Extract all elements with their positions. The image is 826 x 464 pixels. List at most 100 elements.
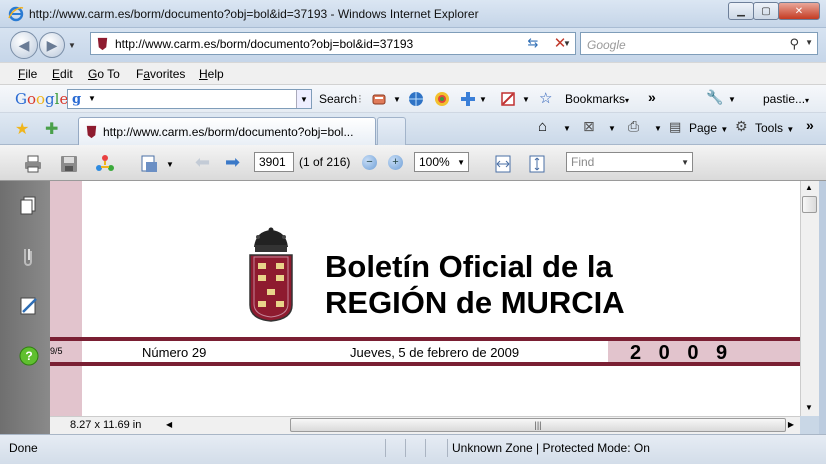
scroll-up-icon[interactable]: ▲ [805, 183, 813, 192]
tab-active[interactable]: http://www.carm.es/borm/documento?obj=bo… [78, 117, 376, 145]
wrench-icon[interactable]: 🔧 [706, 89, 723, 106]
zoom-in-icon[interactable]: + [388, 155, 403, 170]
feeds-dropdown-icon[interactable]: ▼ [608, 124, 616, 133]
home-dropdown-icon[interactable]: ▼ [563, 124, 571, 133]
status-text: Done [9, 441, 38, 455]
status-bar: Done Unknown Zone | Protected Mode: On [0, 434, 826, 464]
find-input[interactable]: Find ▼ [566, 152, 693, 172]
page-menu[interactable]: Page ▼ [689, 121, 728, 135]
collaborate-icon[interactable] [95, 154, 115, 174]
toolbar-separator-icon: ⁝ [358, 92, 362, 106]
add-button-icon[interactable] [460, 91, 476, 107]
toolbar-overflow[interactable]: » [648, 89, 656, 105]
add-dropdown-icon[interactable]: ▼ [479, 95, 487, 104]
history-dropdown-icon[interactable]: ▼ [68, 41, 76, 50]
document-tools-dropdown-icon[interactable]: ▼ [166, 160, 174, 169]
add-favorite-icon[interactable]: ✚ [45, 119, 58, 139]
horizontal-scroll-thumb[interactable]: ||| [290, 418, 786, 432]
document-viewport[interactable]: Boletín Oficial de la REGIÓN de MURCIA 9… [50, 181, 800, 416]
tools-menu[interactable]: Tools ▼ [755, 121, 794, 135]
next-page-icon[interactable]: ➡ [225, 152, 240, 173]
maximize-button[interactable]: ▢ [753, 2, 779, 20]
bookmark-star-icon[interactable]: ☆ [539, 89, 552, 107]
find-dropdown-icon[interactable]: ▼ [681, 158, 689, 167]
bookmarks-menu[interactable]: Bookmarks▾ [565, 92, 629, 106]
menu-edit[interactable]: Edit [52, 67, 73, 81]
google-search-input[interactable]: g ▼ ▼ [67, 89, 312, 109]
tab-title: http://www.carm.es/borm/documento?obj=bo… [103, 125, 354, 139]
news-icon[interactable] [371, 91, 387, 107]
stop-icon: ✕ [553, 35, 567, 52]
address-url: http://www.carm.es/borm/documento?obj=bo… [115, 37, 414, 51]
document-tools-icon[interactable] [139, 154, 159, 174]
favorites-star-icon[interactable]: ★ [15, 119, 29, 139]
user-account-menu[interactable]: pastie...▾ [763, 92, 809, 106]
search-dropdown-icon[interactable]: ▼ [805, 38, 813, 47]
menu-favorites[interactable]: Favorites [136, 67, 185, 81]
security-zone[interactable]: Unknown Zone | Protected Mode: On [452, 441, 650, 455]
save-icon[interactable] [59, 154, 79, 174]
scroll-right-icon[interactable]: ▶ [788, 420, 794, 429]
title-bar: http://www.carm.es/borm/documento?obj=bo… [0, 0, 826, 28]
attachments-icon[interactable] [18, 245, 40, 267]
forward-button[interactable]: ▶ [39, 32, 65, 58]
zoom-out-icon[interactable]: − [362, 155, 377, 170]
globe-icon[interactable] [408, 91, 424, 107]
new-tab-button[interactable] [377, 117, 406, 145]
popup-dropdown-icon[interactable]: ▼ [522, 95, 530, 104]
menu-go-to[interactable]: Go To [88, 67, 120, 81]
fit-page-icon[interactable] [527, 154, 547, 174]
back-arrow-icon: ◀ [18, 36, 30, 53]
menu-help[interactable]: Help [199, 67, 224, 81]
address-field[interactable]: http://www.carm.es/borm/documento?obj=bo… [90, 32, 576, 55]
print-icon[interactable] [23, 154, 43, 174]
search-placeholder: Google [587, 38, 626, 52]
google-logo: Google [15, 90, 69, 108]
svg-text:?: ? [25, 349, 32, 363]
search-box[interactable]: Google ⚲ ▼ [580, 32, 818, 55]
scroll-left-icon[interactable]: ◀ [166, 420, 172, 429]
feeds-icon[interactable]: ⊠ [583, 118, 595, 135]
command-overflow[interactable]: » [806, 117, 814, 133]
vertical-scrollbar[interactable]: ▲ ▼ [800, 181, 819, 416]
wrench-dropdown-icon[interactable]: ▼ [728, 95, 736, 104]
region-murcia-coat-of-arms-icon [249, 227, 293, 322]
status-separator [385, 439, 386, 457]
issue-year: 2 0 0 9 [630, 342, 734, 364]
google-g-icon[interactable]: g [72, 92, 81, 107]
search-icon[interactable]: ⚲ [789, 36, 799, 52]
news-dropdown-icon[interactable]: ▼ [393, 95, 401, 104]
picasa-icon[interactable] [434, 91, 450, 107]
minimize-button[interactable]: ▁ [728, 2, 754, 20]
help-icon[interactable]: ? [18, 345, 40, 367]
scroll-down-icon[interactable]: ▼ [805, 403, 813, 412]
pages-icon[interactable] [18, 195, 40, 217]
forward-arrow-icon: ▶ [46, 36, 58, 53]
zoom-value: 100% [419, 155, 450, 169]
print-dropdown-icon[interactable]: ▼ [654, 124, 662, 133]
page-number-input[interactable]: 3901 [254, 152, 294, 172]
google-search-dropdown[interactable]: ▼ [296, 90, 311, 108]
previous-page-icon[interactable]: ⬅ [195, 152, 210, 173]
home-icon[interactable]: ⌂ [538, 118, 547, 135]
stop-button[interactable]: ✕ [549, 34, 571, 52]
google-search-button[interactable]: Search [319, 92, 357, 106]
signatures-icon[interactable] [18, 295, 40, 317]
refresh-button[interactable]: ⇆ [522, 34, 544, 52]
fit-width-icon[interactable] [493, 154, 513, 174]
zoom-select[interactable]: 100% ▼ [414, 152, 469, 172]
vertical-scroll-thumb[interactable] [802, 196, 817, 213]
zoom-dropdown-icon[interactable]: ▼ [457, 158, 465, 167]
menu-file[interactable]: File [18, 67, 37, 81]
tools-gear-icon: ⚙ [735, 118, 748, 134]
page-left-band [50, 181, 82, 416]
print-icon[interactable]: ⎙ [628, 118, 639, 135]
site-favicon-icon [86, 125, 97, 139]
pdf-toolbar: ▼ ⬅ ➡ − + [0, 145, 826, 181]
status-separator [425, 439, 426, 457]
window-right-edge [819, 181, 826, 434]
popup-blocker-icon[interactable] [500, 91, 516, 107]
google-g-dropdown-icon[interactable]: ▼ [88, 94, 96, 103]
back-button[interactable]: ◀ [10, 31, 38, 59]
close-button[interactable]: ✕ [778, 2, 820, 20]
